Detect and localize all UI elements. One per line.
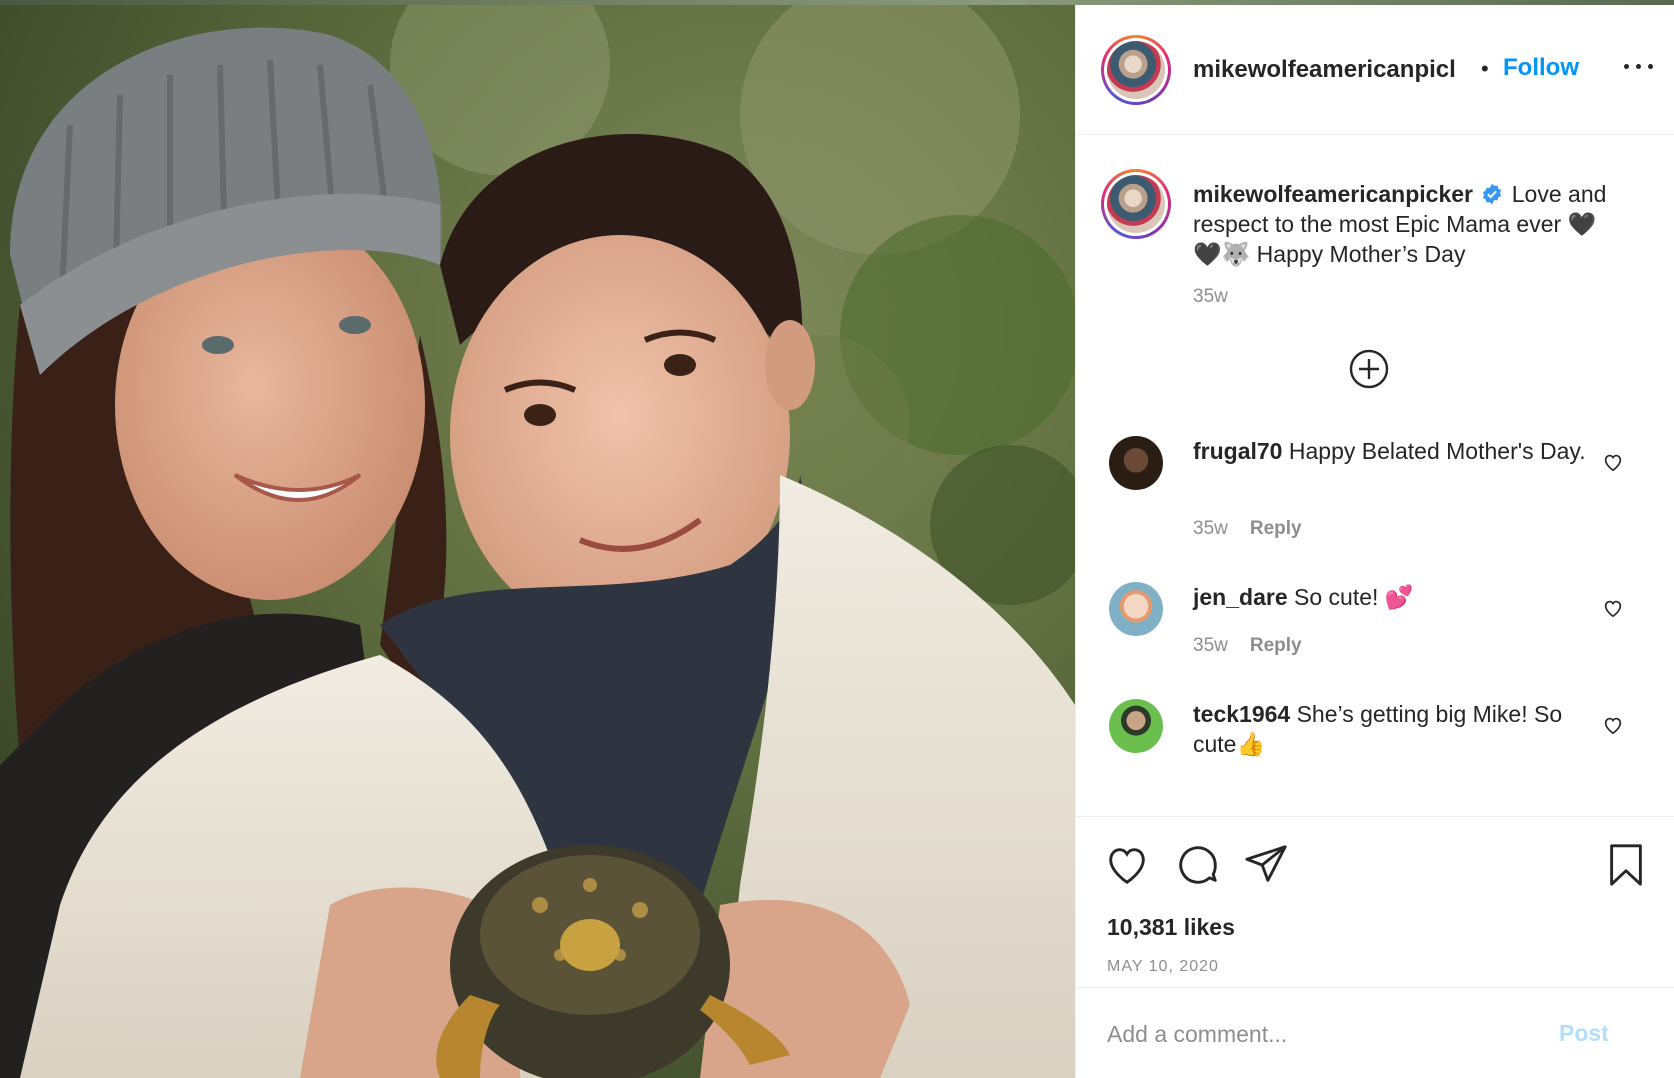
comment-like-heart-icon[interactable] — [1602, 451, 1624, 473]
reply-button[interactable]: Reply — [1250, 635, 1302, 656]
heart-icon[interactable] — [1104, 842, 1150, 888]
post-comment-button[interactable]: Post — [1559, 1020, 1609, 1047]
comment-timestamp[interactable]: 35w — [1193, 518, 1228, 539]
caption-timestamp[interactable]: 35w — [1193, 286, 1228, 308]
commenter-avatar[interactable] — [1109, 436, 1163, 490]
comment-body: frugal70 Happy Belated Mother's Day. — [1193, 436, 1593, 466]
plus-circle-icon[interactable] — [1349, 349, 1389, 389]
commenter-avatar[interactable] — [1109, 699, 1163, 753]
more-options-icon[interactable] — [1622, 51, 1656, 81]
caption-body: mikewolfeamericanpicker Love and respect… — [1193, 179, 1613, 269]
add-comment-input[interactable] — [1107, 1017, 1537, 1051]
comment-body: jen_dare So cute! 💕 — [1193, 582, 1593, 612]
comment-text: So cute! 💕 — [1294, 584, 1414, 610]
paper-plane-icon[interactable] — [1243, 842, 1289, 888]
post-header: mikewolfeamericanpicl • Follow — [1076, 5, 1674, 135]
comment-text: Happy Belated Mother's Day. — [1288, 438, 1586, 464]
comment-username-link[interactable]: teck1964 — [1193, 701, 1290, 727]
likes-count[interactable]: 10,381 likes — [1107, 914, 1235, 941]
comment-timestamp[interactable]: 35w — [1193, 635, 1228, 656]
commenter-avatar[interactable] — [1109, 582, 1163, 636]
post-detail-panel: mikewolfeamericanpicl • Follow mikewolfe… — [1075, 5, 1674, 1078]
comment-body: teck1964 She’s getting big Mike! So cute… — [1193, 699, 1593, 759]
header-username-link[interactable]: mikewolfeamericanpicl — [1193, 56, 1473, 84]
post-actions: 10,381 likes MAY 10, 2020 Post — [1076, 816, 1674, 1078]
comment-icon[interactable] — [1175, 842, 1221, 888]
header-avatar[interactable] — [1101, 35, 1171, 105]
bookmark-icon[interactable] — [1603, 842, 1649, 888]
post-date[interactable]: MAY 10, 2020 — [1107, 958, 1219, 976]
caption-avatar[interactable] — [1101, 169, 1171, 239]
caption-username-link[interactable]: mikewolfeamericanpicker — [1193, 181, 1473, 207]
comment-like-heart-icon[interactable] — [1602, 714, 1624, 736]
comment-like-heart-icon[interactable] — [1602, 597, 1624, 619]
comments-list[interactable]: mikewolfeamericanpicker Love and respect… — [1076, 136, 1674, 816]
follow-button[interactable]: Follow — [1503, 54, 1579, 82]
header-separator: • — [1481, 56, 1489, 81]
verified-badge-icon — [1483, 183, 1502, 205]
comment-username-link[interactable]: frugal70 — [1193, 438, 1282, 464]
post-photo-image — [0, 5, 1075, 1078]
comment-meta: 35w Reply — [1193, 635, 1302, 657]
comment-username-link[interactable]: jen_dare — [1193, 584, 1288, 610]
add-comment-bar: Post — [1076, 987, 1674, 1078]
post-photo[interactable] — [0, 5, 1075, 1078]
comment-meta: 35w Reply — [1193, 518, 1302, 540]
reply-button[interactable]: Reply — [1250, 518, 1302, 539]
